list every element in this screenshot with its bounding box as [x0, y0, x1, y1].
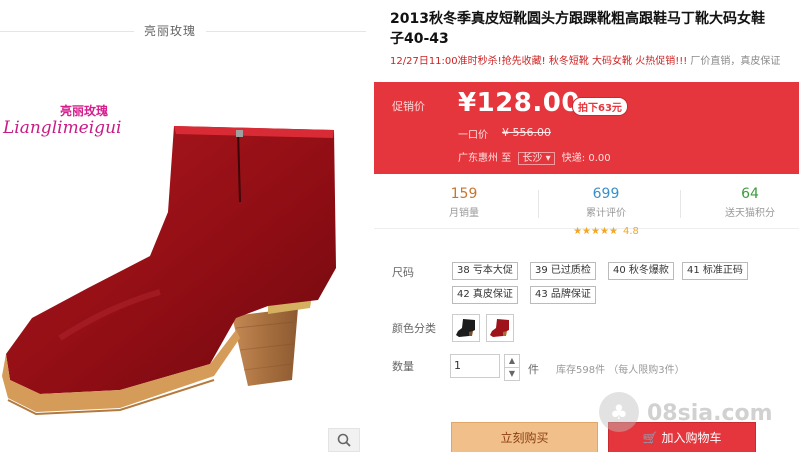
ship-to-label: 至: [501, 153, 512, 164]
quantity-input[interactable]: 1: [450, 354, 500, 378]
stat-sales: 159 月销量: [394, 186, 534, 219]
ship-city-select[interactable]: 长沙 ▾: [518, 152, 555, 165]
color-swatch-red[interactable]: [486, 314, 514, 342]
price-box: 促销价 ¥128.00 拍下63元 一口价 ¥ 556.00 广东惠州 至 长沙…: [374, 82, 799, 174]
product-info-panel: 2013秋冬季真皮短靴圆头方跟踝靴粗高跟鞋马丁靴大码女鞋 子40-43 12/2…: [374, 0, 799, 452]
size-label: 尺码: [392, 266, 414, 279]
brand-logo-cn: 亮丽玫瑰: [60, 104, 109, 118]
size-option-39[interactable]: 39 已过质检: [530, 262, 596, 280]
size-option-42[interactable]: 42 真皮保证: [452, 286, 518, 304]
size-option-43[interactable]: 43 品牌保证: [530, 286, 596, 304]
current-price: ¥128.00: [458, 88, 580, 118]
size-option-41[interactable]: 41 标准正码: [682, 262, 748, 280]
rating-stars-icon: ★★★★★: [573, 226, 618, 237]
points-label: 送天猫积分: [725, 208, 775, 219]
ship-from: 广东惠州: [458, 153, 498, 164]
ship-fee: 快递: 0.00: [561, 153, 611, 164]
red-boot-thumbnail: [490, 319, 509, 337]
size-option-38[interactable]: 38 亏本大促: [452, 262, 518, 280]
ship-city: 长沙: [522, 153, 543, 164]
product-image-panel: 亮丽玫瑰 亮丽玫瑰 Lianglimeigui: [0, 0, 366, 452]
zoom-button[interactable]: [328, 428, 360, 452]
promo-red-text: 12/27日11:00准时秒杀!抢先收藏! 秋冬短靴 大码女靴 火热促销!!!: [390, 56, 691, 67]
stock-info: 库存598件 （每人限购3件）: [556, 365, 685, 376]
magnifier-icon: [337, 433, 351, 447]
size-option-40[interactable]: 40 秋冬爆款: [608, 262, 674, 280]
price-label: 促销价: [392, 100, 425, 113]
stat-points: 64 送天猫积分: [680, 186, 799, 219]
add-to-cart-label: 加入购物车: [661, 431, 722, 445]
rating-value: 4.8: [623, 226, 639, 237]
color-label: 颜色分类: [392, 322, 436, 335]
original-price: ¥ 556.00: [502, 126, 551, 139]
stats-bar: 159 月销量 699 累计评价 ★★★★★ 4.8 64 送天猫积分: [374, 180, 799, 237]
quantity-label: 数量: [392, 360, 414, 373]
shipping-info: 广东惠州 至 长沙 ▾ 快递: 0.00: [458, 149, 611, 165]
buy-now-button[interactable]: 立刻购买: [451, 422, 598, 452]
reviews-value: 699: [592, 186, 620, 202]
sales-label: 月销量: [449, 208, 479, 219]
sales-value: 159: [450, 186, 478, 202]
stat-reviews[interactable]: 699 累计评价 ★★★★★ 4.8: [536, 186, 676, 238]
product-title: 2013秋冬季真皮短靴圆头方跟踝靴粗高跟鞋马丁靴大码女鞋: [390, 11, 765, 27]
product-title-line2: 子40-43: [390, 31, 449, 47]
black-boot-thumbnail: [456, 319, 475, 337]
original-price-label: 一口价: [458, 130, 488, 141]
quantity-unit: 件: [528, 363, 539, 376]
boot-image: [2, 126, 336, 416]
color-swatch-black[interactable]: [452, 314, 480, 342]
discount-badge: 拍下63元: [572, 97, 628, 116]
brand-top-label: 亮丽玫瑰: [134, 22, 207, 39]
promo-text: 12/27日11:00准时秒杀!抢先收藏! 秋冬短靴 大码女靴 火热促销!!! …: [390, 52, 780, 67]
quantity-increase-button[interactable]: ▲: [504, 354, 520, 368]
reviews-label: 累计评价: [586, 208, 626, 219]
promo-gray-text: 厂价直销，真皮保证: [690, 56, 781, 67]
quantity-decrease-button[interactable]: ▼: [504, 367, 520, 381]
add-to-cart-button[interactable]: 🛒 加入购物车: [608, 422, 756, 452]
points-value: 64: [741, 186, 759, 202]
chevron-down-icon: ▾: [545, 153, 551, 164]
cart-icon: 🛒: [642, 431, 658, 445]
